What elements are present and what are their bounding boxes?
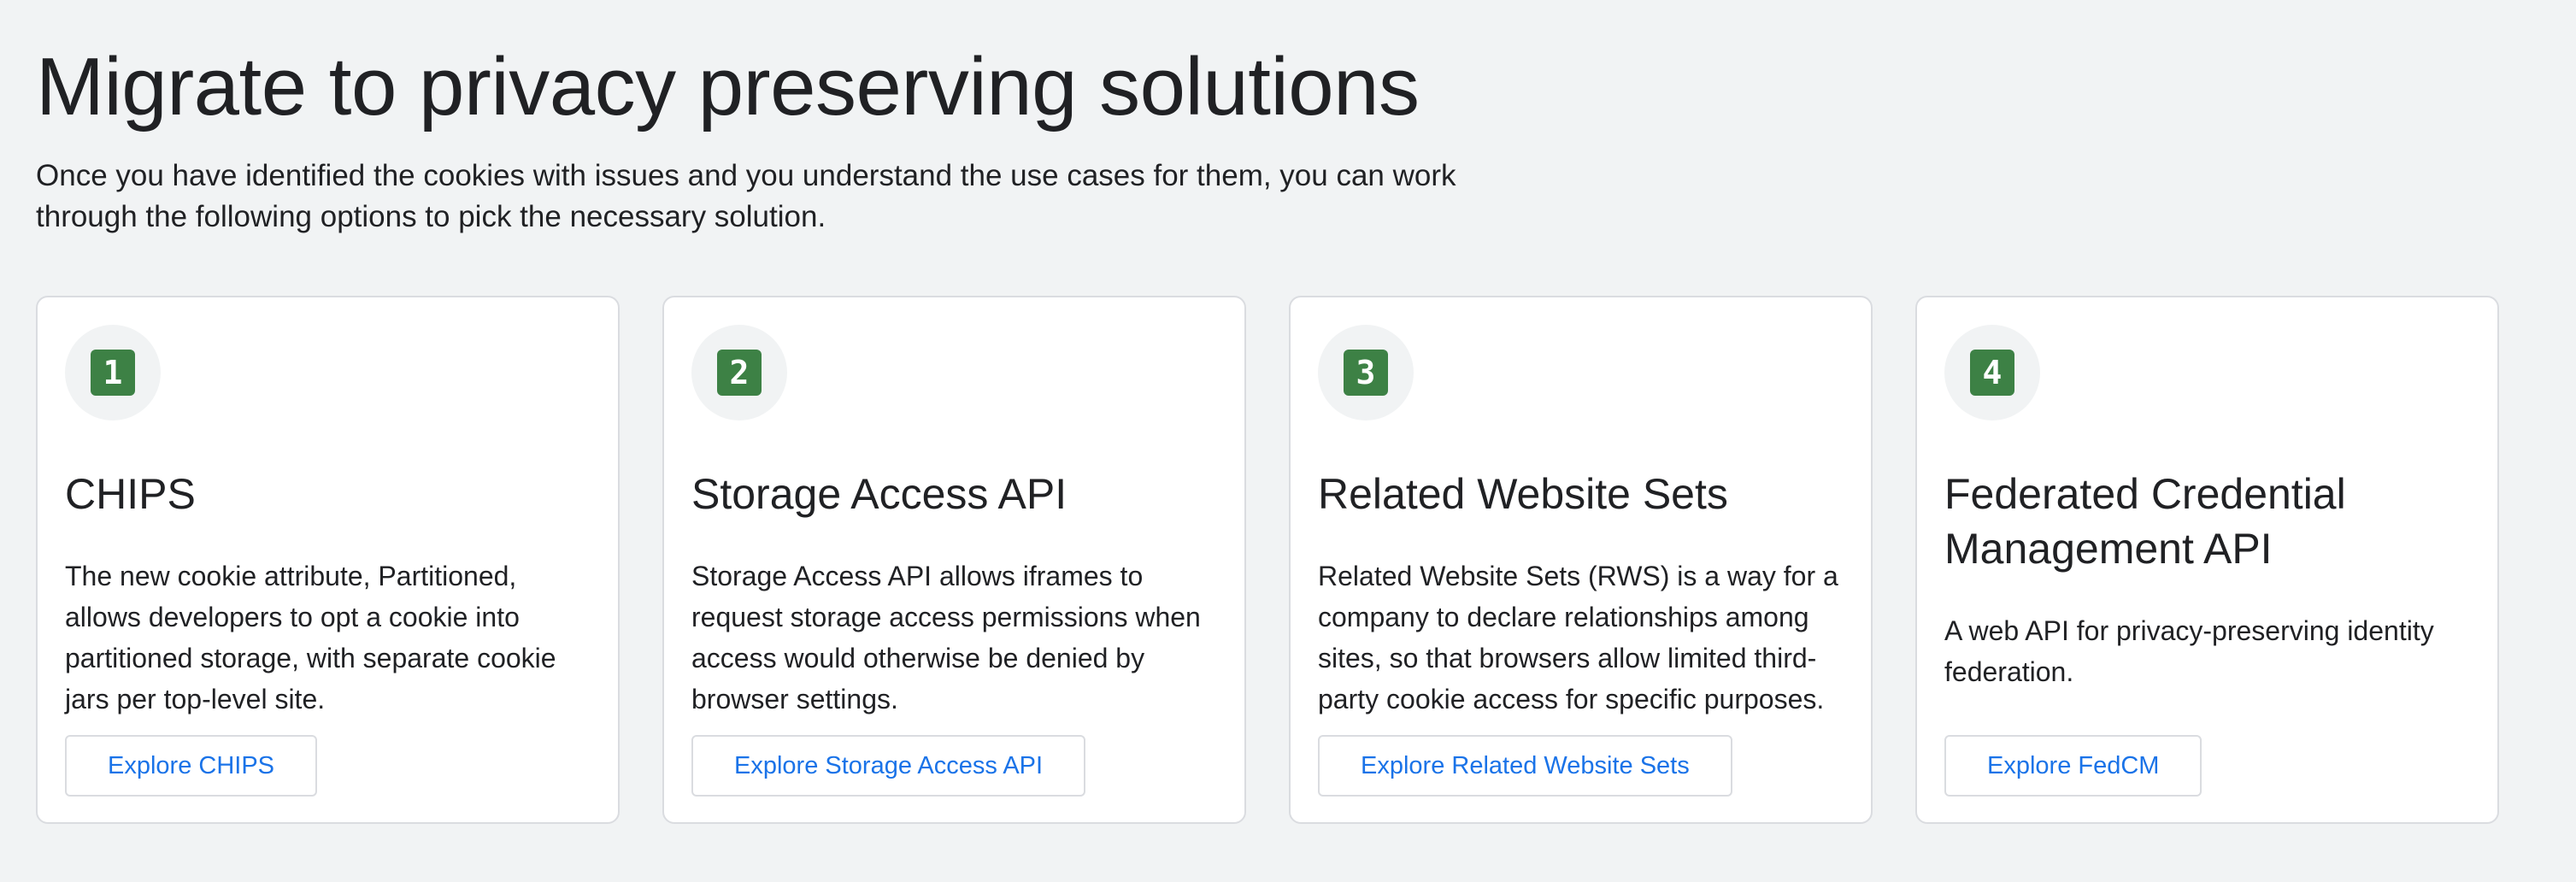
page-title: Migrate to privacy preserving solutions: [36, 41, 1420, 132]
page-intro-line-2: through the following options to pick th…: [36, 200, 826, 233]
explore-chips-button[interactable]: Explore CHIPS: [65, 735, 318, 797]
number-four-icon: 4: [1970, 350, 2014, 396]
page-intro: Once you have identified the cookies wit…: [36, 156, 1557, 238]
card-fedcm: 4 Federated Credential Management API A …: [1915, 296, 2499, 824]
solution-cards: 1 CHIPS The new cookie attribute, Partit…: [36, 296, 2499, 824]
number-badge-circle: 4: [1944, 325, 2040, 420]
number-three-icon: 3: [1344, 350, 1388, 396]
number-badge-circle: 1: [65, 325, 161, 420]
explore-fedcm-button[interactable]: Explore FedCM: [1944, 735, 2203, 797]
card-description: A web API for privacy-preserving identit…: [1944, 615, 2434, 687]
card-related-website-sets: 3 Related Website Sets Related Website S…: [1289, 296, 1873, 824]
card-description: The new cookie attribute, Partitioned, a…: [65, 561, 556, 714]
number-two-icon: 2: [717, 350, 762, 396]
card-title: Storage Access API: [691, 470, 1067, 518]
card-title: Related Website Sets: [1318, 470, 1728, 518]
explore-storage-access-api-button[interactable]: Explore Storage Access API: [691, 735, 1086, 797]
number-badge-circle: 3: [1318, 325, 1414, 420]
page-intro-line-1: Once you have identified the cookies wit…: [36, 159, 1456, 192]
card-chips: 1 CHIPS The new cookie attribute, Partit…: [36, 296, 620, 824]
explore-related-website-sets-button[interactable]: Explore Related Website Sets: [1318, 735, 1732, 797]
number-one-icon: 1: [91, 350, 135, 396]
card-description: Storage Access API allows iframes to req…: [691, 561, 1201, 714]
card-title: Federated Credential Management API: [1944, 470, 2346, 573]
card-description: Related Website Sets (RWS) is a way for …: [1318, 561, 1838, 714]
card-title: CHIPS: [65, 470, 196, 518]
card-storage-access-api: 2 Storage Access API Storage Access API …: [662, 296, 1246, 824]
number-badge-circle: 2: [691, 325, 787, 420]
